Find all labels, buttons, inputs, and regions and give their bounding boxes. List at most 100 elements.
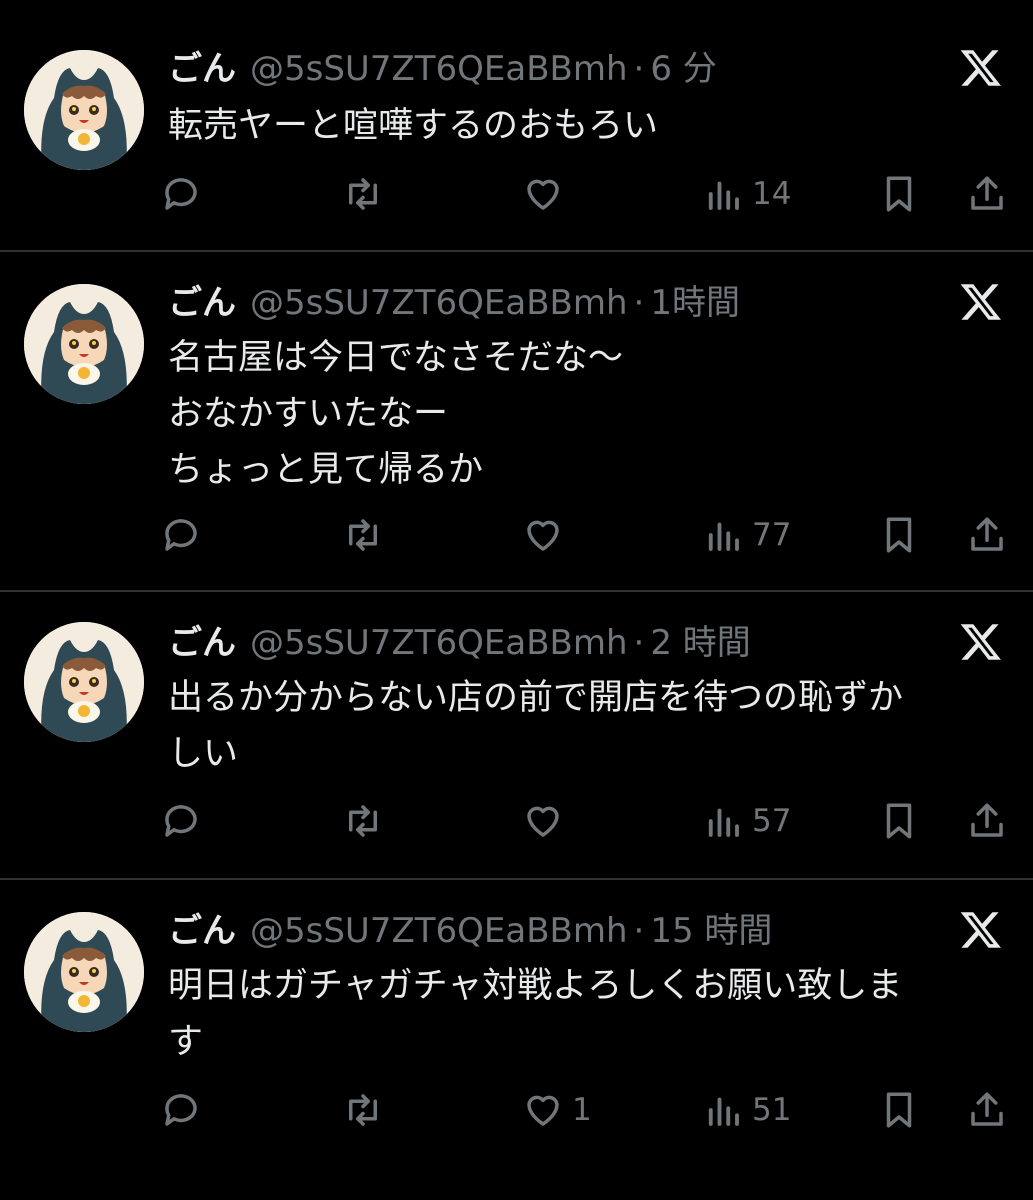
reply-icon bbox=[165, 519, 197, 551]
user-handle[interactable]: @5sSU7ZT6QEaBBmh bbox=[250, 906, 628, 956]
views-button[interactable]: 51 bbox=[702, 1085, 791, 1135]
bookmark-icon bbox=[886, 176, 912, 212]
reply-button[interactable] bbox=[160, 169, 202, 219]
view-count: 51 bbox=[752, 1092, 792, 1128]
share-icon bbox=[971, 1092, 1003, 1126]
timestamp[interactable]: 2 時間 bbox=[650, 618, 750, 668]
timestamp[interactable]: 6 分 bbox=[650, 44, 716, 94]
separator-dot: · bbox=[633, 283, 645, 323]
avatar-image bbox=[24, 622, 144, 742]
views-icon bbox=[708, 522, 739, 551]
tweet-text: 転売ヤーと喧嘩するのおもろい bbox=[168, 98, 988, 154]
share-button[interactable] bbox=[966, 796, 1008, 846]
reply-button[interactable] bbox=[160, 1085, 202, 1135]
tweet-text-line: おなかすいたなー bbox=[168, 394, 449, 434]
avatar[interactable] bbox=[24, 912, 144, 1032]
tweet[interactable]: ごん @5sSU7ZT6QEaBBmh · 2 時間 出るか分からない店の前で開… bbox=[0, 592, 1033, 880]
timestamp[interactable]: 15 時間 bbox=[650, 906, 772, 956]
tweet-text-line: しい bbox=[168, 734, 239, 774]
separator-dot: · bbox=[633, 911, 645, 951]
tweet-actions: 77 bbox=[160, 510, 1010, 560]
bookmark-button[interactable] bbox=[878, 1085, 920, 1135]
timestamp[interactable]: 1時間 bbox=[650, 278, 740, 328]
retweet-icon bbox=[349, 1094, 377, 1126]
share-icon bbox=[971, 176, 1003, 210]
like-count: 1 bbox=[572, 1092, 592, 1128]
view-count: 14 bbox=[752, 176, 792, 212]
display-name[interactable]: ごん bbox=[168, 618, 236, 668]
views-button[interactable]: 14 bbox=[702, 169, 791, 219]
share-icon bbox=[971, 803, 1003, 837]
display-name[interactable]: ごん bbox=[168, 906, 236, 956]
retweet-button[interactable] bbox=[342, 510, 384, 560]
x-logo-icon bbox=[959, 280, 1003, 324]
retweet-icon bbox=[349, 519, 377, 551]
heart-icon bbox=[527, 520, 559, 551]
bookmark-button[interactable] bbox=[878, 796, 920, 846]
reply-icon bbox=[165, 1094, 197, 1126]
share-icon bbox=[971, 517, 1003, 551]
tweet-text-line: す bbox=[168, 1022, 204, 1062]
avatar[interactable] bbox=[24, 284, 144, 404]
user-handle[interactable]: @5sSU7ZT6QEaBBmh bbox=[250, 618, 628, 668]
retweet-icon bbox=[349, 178, 377, 210]
avatar-image bbox=[24, 284, 144, 404]
retweet-button[interactable] bbox=[342, 796, 384, 846]
tweet-text-line: 名古屋は今日でなさそだな～ bbox=[168, 338, 624, 378]
reply-icon bbox=[165, 178, 197, 210]
view-count: 77 bbox=[752, 517, 792, 553]
tweet-text-line: ちょっと見て帰るか bbox=[168, 450, 484, 490]
tweet-text: 名古屋は今日でなさそだな～ おなかすいたなー ちょっと見て帰るか bbox=[168, 330, 988, 498]
tweet-text-line: 明日はガチャガチャ対戦よろしくお願い致しま bbox=[168, 966, 903, 1006]
reply-icon bbox=[165, 805, 197, 837]
x-logo-icon bbox=[959, 620, 1003, 664]
display-name[interactable]: ごん bbox=[168, 278, 236, 328]
display-name[interactable]: ごん bbox=[168, 44, 236, 94]
bookmark-icon bbox=[886, 517, 912, 553]
tweet-header: ごん @5sSU7ZT6QEaBBmh · 1時間 bbox=[168, 278, 740, 328]
retweet-button[interactable] bbox=[342, 1085, 384, 1135]
tweet[interactable]: ごん @5sSU7ZT6QEaBBmh · 6 分 転売ヤーと喧嘩するのおもろい bbox=[0, 0, 1033, 252]
like-button[interactable] bbox=[522, 510, 572, 560]
timeline: ごん @5sSU7ZT6QEaBBmh · 6 分 転売ヤーと喧嘩するのおもろい bbox=[0, 0, 1033, 1200]
like-button[interactable] bbox=[522, 169, 572, 219]
reply-button[interactable] bbox=[160, 510, 202, 560]
tweet-text-line: 転売ヤーと喧嘩するのおもろい bbox=[168, 106, 659, 146]
views-icon bbox=[708, 181, 739, 210]
tweet-actions: 57 bbox=[160, 796, 1010, 846]
retweet-button[interactable] bbox=[342, 169, 384, 219]
bookmark-button[interactable] bbox=[878, 169, 920, 219]
tweet-header: ごん @5sSU7ZT6QEaBBmh · 15 時間 bbox=[168, 906, 772, 956]
tweet[interactable]: ごん @5sSU7ZT6QEaBBmh · 15 時間 明日はガチャガチャ対戦よ… bbox=[0, 880, 1033, 1200]
bookmark-button[interactable] bbox=[878, 510, 920, 560]
views-icon bbox=[708, 1097, 739, 1126]
views-button[interactable]: 57 bbox=[702, 796, 791, 846]
views-button[interactable]: 77 bbox=[702, 510, 791, 560]
retweet-icon bbox=[349, 805, 377, 837]
views-icon bbox=[708, 808, 739, 837]
tweet-actions: 14 bbox=[160, 169, 1010, 219]
tweet-text: 出るか分からない店の前で開店を待つの恥ずか しい bbox=[168, 670, 988, 782]
user-handle[interactable]: @5sSU7ZT6QEaBBmh bbox=[250, 44, 628, 94]
share-button[interactable] bbox=[966, 1085, 1008, 1135]
tweet-text-line: 出るか分からない店の前で開店を待つの恥ずか bbox=[168, 678, 904, 718]
tweet-actions: 1 51 bbox=[160, 1085, 1010, 1135]
like-button[interactable] bbox=[522, 796, 572, 846]
heart-icon bbox=[527, 1095, 559, 1126]
avatar[interactable] bbox=[24, 622, 144, 742]
separator-dot: · bbox=[633, 623, 645, 663]
x-logo-icon bbox=[959, 908, 1003, 952]
bookmark-icon bbox=[886, 803, 912, 839]
separator-dot: · bbox=[633, 49, 645, 89]
heart-icon bbox=[527, 806, 559, 837]
avatar-image bbox=[24, 912, 144, 1032]
tweet-header: ごん @5sSU7ZT6QEaBBmh · 6 分 bbox=[168, 44, 717, 94]
avatar[interactable] bbox=[24, 50, 144, 170]
reply-button[interactable] bbox=[160, 796, 202, 846]
x-logo-icon bbox=[959, 46, 1003, 90]
user-handle[interactable]: @5sSU7ZT6QEaBBmh bbox=[250, 278, 628, 328]
share-button[interactable] bbox=[966, 510, 1008, 560]
tweet[interactable]: ごん @5sSU7ZT6QEaBBmh · 1時間 名古屋は今日でなさそだな～ … bbox=[0, 252, 1033, 592]
like-button[interactable]: 1 bbox=[522, 1085, 592, 1135]
share-button[interactable] bbox=[966, 169, 1008, 219]
